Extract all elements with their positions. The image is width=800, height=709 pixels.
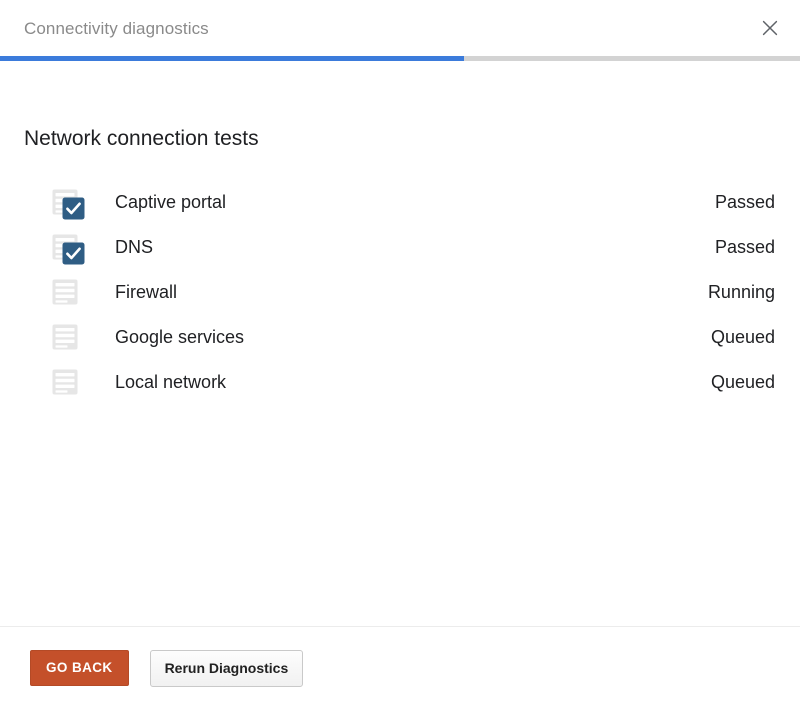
page-title: Network connection tests <box>24 128 259 149</box>
dialog-body: Network connection tests Captive portal P… <box>0 61 800 626</box>
status-badge: Passed <box>715 193 775 211</box>
test-row: DNS Passed <box>0 224 800 269</box>
test-name-label: Captive portal <box>115 193 226 211</box>
document-check-icon <box>51 185 85 219</box>
document-icon <box>51 320 85 354</box>
check-badge-icon <box>62 197 85 220</box>
status-badge: Running <box>708 283 775 301</box>
go-back-button[interactable]: GO BACK <box>30 650 129 686</box>
status-badge: Passed <box>715 238 775 256</box>
status-badge: Queued <box>711 373 775 391</box>
rerun-diagnostics-button[interactable]: Rerun Diagnostics <box>150 650 304 687</box>
status-badge: Queued <box>711 328 775 346</box>
test-row: Local network Queued <box>0 359 800 404</box>
document-icon <box>51 275 85 309</box>
test-name-label: Local network <box>115 373 226 391</box>
network-tests-list: Captive portal Passed DNS Passed Firewall R… <box>0 179 800 404</box>
test-row: Google services Queued <box>0 314 800 359</box>
document-icon <box>51 365 85 399</box>
test-name-label: DNS <box>115 238 153 256</box>
close-icon <box>761 19 779 37</box>
dialog-title: Connectivity diagnostics <box>24 20 209 37</box>
test-name-label: Firewall <box>115 283 177 301</box>
connectivity-diagnostics-dialog: Connectivity diagnostics Network connect… <box>0 0 800 709</box>
test-row: Firewall Running <box>0 269 800 314</box>
test-row: Captive portal Passed <box>0 179 800 224</box>
test-name-label: Google services <box>115 328 244 346</box>
close-button[interactable] <box>748 6 792 50</box>
dialog-footer: GO BACK Rerun Diagnostics <box>0 626 800 709</box>
document-icon <box>51 278 79 306</box>
check-badge-icon <box>62 242 85 265</box>
document-icon <box>51 323 79 351</box>
dialog-titlebar: Connectivity diagnostics <box>0 0 800 56</box>
document-icon <box>51 368 79 396</box>
document-check-icon <box>51 230 85 264</box>
